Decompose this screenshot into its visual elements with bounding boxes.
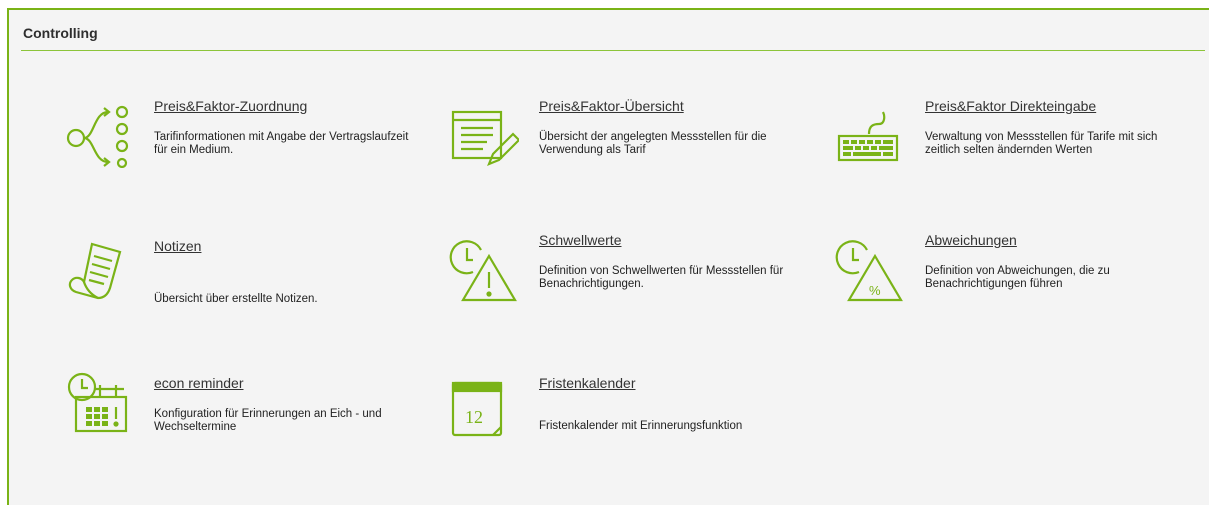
controlling-panel: Controlling Preis&Faktor-Zuordnung Tarif…: [7, 8, 1209, 505]
tile-fristenkalender[interactable]: 12 Fristenkalender Fristenkalender mit E…: [449, 375, 769, 455]
tile-description: Tarifinformationen mit Angabe der Vertra…: [154, 131, 409, 156]
tile-title[interactable]: Schwellwerte: [539, 232, 621, 248]
tile-description: Konfiguration für Erinnerungen an Eich -…: [154, 408, 382, 433]
reminder-calendar-icon: [64, 367, 134, 437]
tile-description: Verwaltung von Messstellen für Tarife mi…: [925, 131, 1158, 156]
tile-description: Übersicht über erstellte Notizen.: [154, 293, 318, 305]
tile-title[interactable]: econ reminder: [154, 375, 244, 391]
svg-text:%: %: [869, 283, 881, 298]
clock-warning-icon: [449, 232, 519, 302]
document-edit-icon: [449, 98, 521, 168]
flow-assignment-icon: [64, 98, 134, 169]
tile-preis-faktor-direkteingabe[interactable]: Preis&Faktor Direkteingabe Verwaltung vo…: [835, 98, 1157, 178]
clock-percent-icon: %: [835, 232, 905, 302]
notes-icon: [64, 238, 134, 308]
tile-description: Definition von Schwellwerten für Messste…: [539, 265, 784, 290]
calendar-icon: 12: [449, 375, 519, 445]
tile-description: Fristenkalender mit Erinnerungsfunktion: [539, 420, 743, 432]
title-divider: [21, 50, 1205, 51]
tile-schwellwerte[interactable]: Schwellwerte Definition von Schwellwerte…: [449, 232, 783, 312]
tile-preis-faktor-zuordnung[interactable]: Preis&Faktor-Zuordnung Tarifinformatione…: [64, 98, 408, 178]
tile-title[interactable]: Notizen: [154, 238, 201, 254]
tile-title[interactable]: Preis&Faktor Direkteingabe: [925, 98, 1096, 114]
tile-title[interactable]: Preis&Faktor-Zuordnung: [154, 98, 307, 114]
tile-preis-faktor-uebersicht[interactable]: Preis&Faktor-Übersicht Übersicht der ang…: [449, 98, 769, 178]
panel-title: Controlling: [23, 25, 98, 41]
tile-econ-reminder[interactable]: econ reminder Konfiguration für Erinneru…: [64, 367, 384, 447]
tile-title[interactable]: Abweichungen: [925, 232, 1017, 248]
keyboard-icon: [835, 98, 905, 168]
calendar-day-number: 12: [465, 407, 483, 427]
tile-title[interactable]: Preis&Faktor-Übersicht: [539, 98, 684, 114]
tile-abweichungen[interactable]: % Abweichungen Definition von Abweichung…: [835, 232, 1155, 312]
tile-title[interactable]: Fristenkalender: [539, 375, 636, 391]
tile-description: Übersicht der angelegten Messstellen für…: [539, 131, 767, 156]
tile-description: Definition von Abweichungen, die zu Bena…: [925, 265, 1110, 290]
tile-notizen[interactable]: Notizen Übersicht über erstellte Notizen…: [64, 238, 384, 318]
